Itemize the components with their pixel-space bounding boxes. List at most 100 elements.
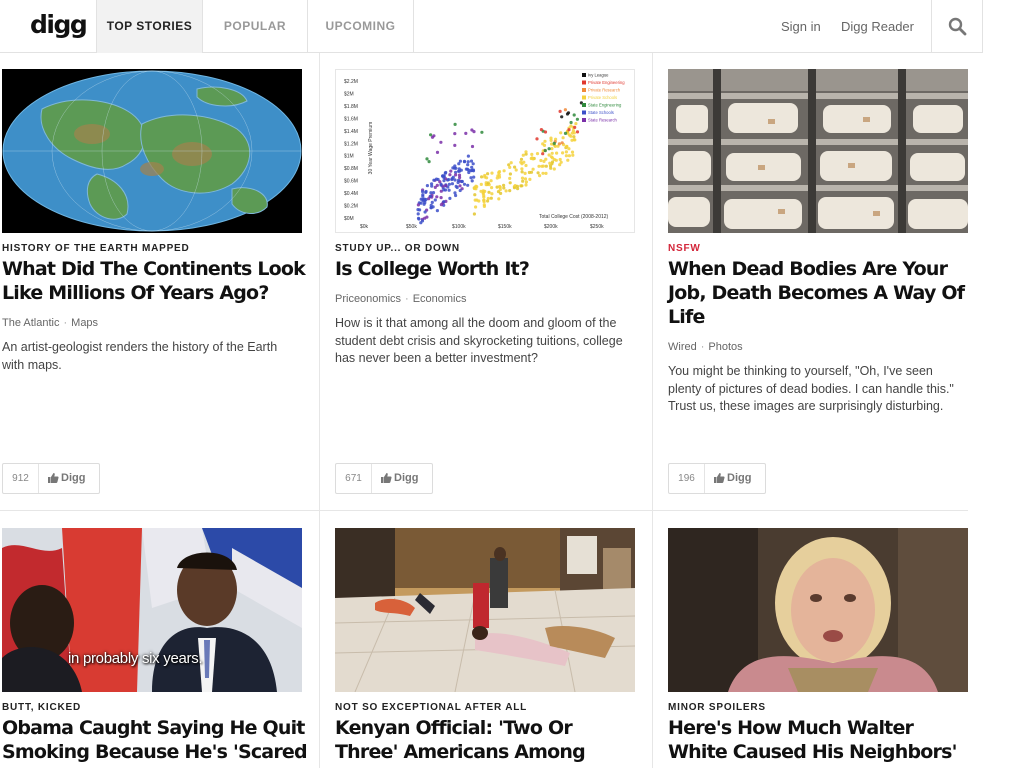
digg-reader-link[interactable]: Digg Reader (841, 0, 914, 53)
chart-point (519, 184, 523, 188)
search-button[interactable] (931, 0, 982, 53)
sign-in-link[interactable]: Sign in (781, 0, 821, 53)
chart-point (464, 167, 468, 171)
story-title[interactable]: What Did The Continents Look Like Millio… (2, 257, 307, 305)
chart-point (473, 193, 477, 197)
chart-point (499, 191, 503, 195)
story-category[interactable]: Maps (71, 317, 98, 329)
chart-point (490, 186, 494, 190)
chart-point (443, 171, 447, 175)
chart-point (439, 203, 443, 207)
story-title[interactable]: Here's How Much Walter White Caused His … (668, 716, 973, 768)
story-description: An artist-geologist renders the history … (2, 340, 278, 372)
chart-point (473, 198, 477, 202)
chart-point (453, 132, 457, 136)
story-title[interactable]: Is College Worth It? (335, 257, 640, 281)
digg-count: 196 (669, 464, 705, 493)
story-source[interactable]: The Atlantic (2, 317, 59, 329)
chart-legend-swatch (582, 95, 586, 100)
chart-y-tick: $0M (344, 216, 354, 222)
tv-still-woman-image[interactable] (668, 528, 968, 692)
chart-point (537, 164, 541, 168)
chart-legend-label: State Research (588, 118, 618, 123)
chart-point (566, 111, 571, 115)
tab-top-stories[interactable]: TOP STORIES (96, 0, 203, 53)
tab-upcoming[interactable]: UPCOMING (308, 0, 414, 53)
story-kicker[interactable]: MINOR SPOILERS (668, 702, 766, 713)
story-source[interactable]: Wired (668, 341, 697, 353)
digg-button[interactable]: 196 Digg (668, 463, 766, 494)
digg-logo[interactable]: digg (30, 9, 88, 41)
chart-point (530, 156, 534, 160)
chart-y-tick: $0.6M (344, 179, 358, 185)
chart-point (524, 183, 528, 187)
chart-point (469, 159, 474, 163)
chart-point (489, 179, 493, 183)
digg-label: Digg (380, 464, 418, 493)
story-kicker-nsfw[interactable]: NSFW (668, 243, 701, 254)
chart-point (442, 200, 446, 204)
chart-point (516, 187, 520, 191)
chart-point (552, 141, 556, 145)
chart-point (453, 122, 457, 126)
story-category[interactable]: Economics (413, 293, 467, 305)
chart-point (442, 188, 446, 192)
chart-point (423, 210, 427, 214)
story-title[interactable]: When Dead Bodies Are Your Job, Death Bec… (668, 257, 973, 329)
chart-point (520, 176, 525, 180)
story-title[interactable]: Kenyan Official: 'Two Or Three' American… (335, 716, 640, 768)
chart-point (548, 161, 552, 165)
chart-point (430, 200, 434, 204)
chart-point (470, 179, 474, 183)
chart-point (486, 181, 490, 185)
chart-point (530, 152, 534, 156)
story-category[interactable]: Photos (708, 341, 742, 353)
chart-legend-label: Ivy League (588, 73, 609, 78)
morgue-shelves-image[interactable] (668, 69, 968, 233)
story-source[interactable]: Priceonomics (335, 293, 401, 305)
chart-y-tick: $1M (344, 154, 354, 160)
chart-point (544, 164, 548, 168)
chart-point (435, 150, 440, 154)
story-meta: Wired · Photos (668, 341, 743, 353)
chart-point (542, 159, 546, 163)
chart-point (541, 152, 545, 156)
chart-y-label: 30 Year Wage Premium (368, 122, 374, 175)
world-map-image[interactable] (2, 69, 302, 233)
chart-point (462, 160, 467, 164)
college-scatter-chart-image[interactable]: $2.2M $2M $1.8M $1.6M $1.4M $1.2M $1M $0.8M $0.6… (335, 69, 635, 233)
chart-point (554, 158, 558, 162)
chart-point (535, 152, 540, 156)
chart-point (451, 166, 455, 170)
chart-y-tick: $0.2M (344, 204, 358, 210)
mall-attack-image[interactable] (335, 528, 635, 692)
digg-button[interactable]: 912 Digg (2, 463, 100, 494)
chart-point (428, 194, 433, 198)
chart-point (524, 180, 528, 184)
story-description: How is it that among all the doom and gl… (335, 316, 623, 365)
chart-point (570, 150, 575, 154)
chart-point (528, 177, 532, 181)
chart-point (482, 204, 486, 208)
story-title[interactable]: Obama Caught Saying He Quit Smoking Beca… (2, 716, 308, 764)
story-kicker[interactable]: NOT SO EXCEPTIONAL AFTER ALL (335, 702, 527, 713)
chart-legend-label: State Engineering (588, 103, 622, 108)
story-card: HISTORY OF THE EARTH MAPPED What Did The… (2, 69, 306, 499)
chart-point (470, 165, 474, 169)
story-kicker[interactable]: BUTT, KICKED (2, 702, 81, 713)
chart-legend-swatch (582, 80, 586, 85)
tab-popular[interactable]: POPULAR (203, 0, 308, 53)
chart-point (490, 171, 494, 175)
chart-point (564, 150, 568, 154)
obama-video-still-image[interactable]: in probably six years. (2, 528, 302, 692)
story-kicker[interactable]: HISTORY OF THE EARTH MAPPED (2, 243, 190, 254)
chart-point (497, 170, 502, 174)
chart-point (429, 206, 433, 210)
chart-point (447, 182, 451, 186)
digg-button[interactable]: 671 Digg (335, 463, 433, 494)
chart-point (472, 130, 476, 134)
chart-point (561, 136, 565, 140)
chart-point (453, 178, 457, 182)
story-kicker[interactable]: STUDY UP... OR DOWN (335, 243, 460, 254)
chart-point (508, 176, 512, 180)
